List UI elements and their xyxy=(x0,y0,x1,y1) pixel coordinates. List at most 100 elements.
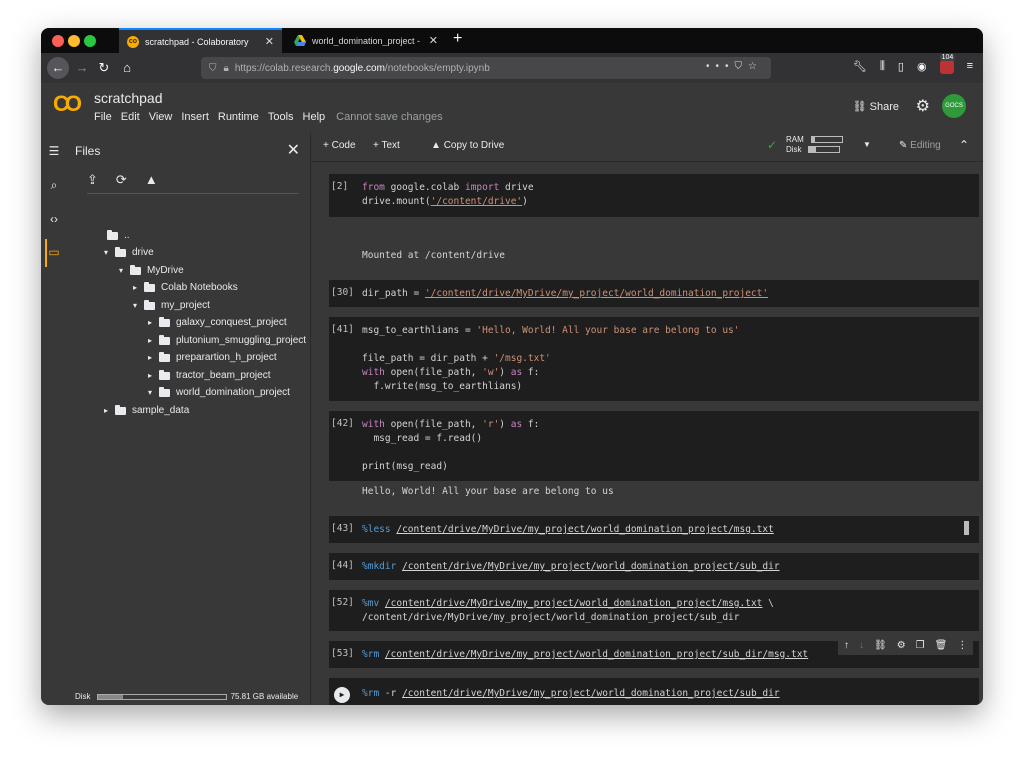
scrollbar[interactable] xyxy=(964,521,969,535)
hamburger-menu-icon[interactable]: ≡ xyxy=(967,60,973,74)
forward-icon[interactable]: → xyxy=(73,59,91,77)
tab-world-domination[interactable]: world_domination_project - Go ✕ xyxy=(286,28,446,53)
code-cell-active[interactable]: ▶ %rm -r /content/drive/MyDrive/my_proje… xyxy=(329,678,979,705)
reload-icon[interactable]: ↻ xyxy=(95,59,113,77)
code-token: /content/drive/MyDrive/my_project/world_… xyxy=(396,524,774,535)
menu-edit[interactable]: Edit xyxy=(121,111,140,123)
editing-mode-button[interactable]: ✎ Editing xyxy=(899,140,941,151)
page-actions-icon[interactable]: ••• xyxy=(706,61,735,72)
chevron-right-icon[interactable]: ▸ xyxy=(145,353,155,362)
tree-item-colab-notebooks[interactable]: ▸ Colab Notebooks xyxy=(130,279,238,296)
tree-item-preparartion[interactable]: ▸ preparartion_h_project xyxy=(145,349,277,366)
account-icon[interactable]: ◉ xyxy=(917,60,927,74)
code-cell[interactable]: [30] dir_path = '/content/drive/MyDrive/… xyxy=(329,280,979,307)
chevron-down-icon[interactable]: ▾ xyxy=(101,248,111,257)
extension-icon[interactable]: 104 xyxy=(939,54,956,74)
code-cell[interactable]: [44] %mkdir /content/drive/MyDrive/my_pr… xyxy=(329,553,979,580)
move-up-icon[interactable]: ↑ xyxy=(844,640,849,654)
tree-item-tractor[interactable]: ▸ tractor_beam_project xyxy=(145,367,271,384)
close-window-button[interactable] xyxy=(52,35,64,47)
pocket-icon[interactable]: ⛉ xyxy=(735,61,749,72)
code-icon[interactable]: ‹› xyxy=(41,212,67,226)
tree-item-plutonium[interactable]: ▸ plutonium_smuggling_project xyxy=(145,332,306,349)
cell-code[interactable]: msg_to_earthlians = 'Hello, World! All y… xyxy=(362,324,740,394)
search-icon[interactable]: ⌕ xyxy=(41,178,67,193)
add-code-label: Code xyxy=(331,140,356,151)
cell-code[interactable]: %less /content/drive/MyDrive/my_project/… xyxy=(362,523,774,537)
new-tab-icon[interactable]: + xyxy=(453,30,462,48)
code-cell[interactable]: [41] msg_to_earthlians = 'Hello, World! … xyxy=(329,317,979,401)
bookmark-star-icon[interactable]: ☆ xyxy=(748,61,763,72)
close-icon[interactable]: ✕ xyxy=(287,140,300,160)
chevron-right-icon[interactable]: ▸ xyxy=(101,406,111,415)
more-icon[interactable]: ⋮ xyxy=(957,640,967,654)
gear-icon[interactable]: ⚙︎ xyxy=(897,640,906,654)
chevron-down-icon[interactable]: ▾ xyxy=(145,388,155,397)
code-cell[interactable]: [42] with open(file_path, 'r') as f: msg… xyxy=(329,411,979,481)
share-button[interactable]: ⛓︎ Share xyxy=(853,100,899,113)
menu-help[interactable]: Help xyxy=(303,111,326,123)
folder-icon[interactable]: ▭ xyxy=(41,245,67,259)
chevron-right-icon[interactable]: ▸ xyxy=(145,318,155,327)
mirror-icon[interactable]: ❐ xyxy=(916,640,925,654)
cell-code[interactable]: %rm /content/drive/MyDrive/my_project/wo… xyxy=(362,648,808,662)
zoom-window-button[interactable] xyxy=(84,35,96,47)
url-bar[interactable]: ⛉ 🔒︎ https://colab.research. google.com/n… xyxy=(201,57,771,79)
menu-tools[interactable]: Tools xyxy=(268,111,294,123)
cell-code[interactable]: from google.colab import drive drive.mou… xyxy=(362,181,534,209)
tree-item-up[interactable]: .. xyxy=(103,227,130,244)
cell-code[interactable]: with open(file_path, 'r') as f: msg_read… xyxy=(362,418,539,474)
menu-icon[interactable]: ☰ xyxy=(41,144,67,158)
code-cell[interactable]: [52] %mv /content/drive/MyDrive/my_proje… xyxy=(329,590,979,631)
chevron-right-icon[interactable]: ▸ xyxy=(145,336,155,345)
move-down-icon[interactable]: ↓ xyxy=(859,640,864,654)
tree-item-sample-data[interactable]: ▸ sample_data xyxy=(101,402,189,419)
code-cell[interactable]: [2] from google.colab import drive drive… xyxy=(329,174,979,217)
menu-view[interactable]: View xyxy=(149,111,173,123)
home-icon[interactable]: ⌂ xyxy=(118,59,136,77)
run-cell-button[interactable]: ▶ xyxy=(334,687,350,703)
close-tab-icon[interactable]: ✕ xyxy=(429,34,438,47)
cell-code[interactable]: %mkdir /content/drive/MyDrive/my_project… xyxy=(362,560,780,574)
chevron-down-icon[interactable]: ▼ xyxy=(863,140,871,149)
back-icon[interactable]: ← xyxy=(47,57,69,79)
tab-scratchpad[interactable]: co scratchpad - Colaboratory ✕ xyxy=(119,28,282,53)
tree-item-galaxy[interactable]: ▸ galaxy_conquest_project xyxy=(145,314,287,331)
link-icon[interactable]: ⛓︎ xyxy=(874,640,887,654)
code-token: /content/drive/MyDrive/my_project/world_… xyxy=(402,561,780,572)
wrench-icon[interactable]: 🔧︎ xyxy=(853,60,867,74)
tree-item-mydrive[interactable]: ▾ MyDrive xyxy=(116,262,184,279)
menu-insert[interactable]: Insert xyxy=(181,111,209,123)
add-text-button[interactable]: + Text xyxy=(373,140,400,151)
notebook-title[interactable]: scratchpad xyxy=(94,90,162,106)
menu-runtime[interactable]: Runtime xyxy=(218,111,259,123)
colab-logo[interactable]: CO xyxy=(53,93,85,115)
chevron-right-icon[interactable]: ▸ xyxy=(145,371,155,380)
sidebar-icon[interactable]: ▯ xyxy=(898,60,904,74)
chevron-right-icon[interactable]: ▸ xyxy=(130,283,140,292)
tree-item-world-domination[interactable]: ▾ world_domination_project xyxy=(145,384,290,401)
minimize-window-button[interactable] xyxy=(68,35,80,47)
tree-item-my-project[interactable]: ▾ my_project xyxy=(130,297,210,314)
chevron-up-icon[interactable]: ⌃ xyxy=(959,138,969,152)
code-cell[interactable]: [43] %less /content/drive/MyDrive/my_pro… xyxy=(329,516,979,543)
avatar[interactable]: GOCS xyxy=(942,94,966,118)
refresh-icon[interactable]: ⟳ xyxy=(116,172,127,188)
mount-drive-icon[interactable]: ▲ xyxy=(145,172,158,188)
tree-item-drive[interactable]: ▾ drive xyxy=(101,244,154,261)
chevron-down-icon[interactable]: ▾ xyxy=(116,266,126,275)
close-tab-icon[interactable]: ✕ xyxy=(265,35,274,48)
chevron-down-icon[interactable]: ▾ xyxy=(130,301,140,310)
delete-icon[interactable]: 🗑︎ xyxy=(935,640,948,654)
copy-to-drive-button[interactable]: ▲ Copy to Drive xyxy=(431,140,504,151)
resource-monitor[interactable]: RAM Disk xyxy=(786,135,843,155)
cell-code[interactable]: %rm -r /content/drive/MyDrive/my_project… xyxy=(362,687,780,701)
menu-file[interactable]: File xyxy=(94,111,112,123)
settings-gear-icon[interactable]: ⚙︎ xyxy=(916,96,930,116)
cell-code[interactable]: dir_path = '/content/drive/MyDrive/my_pr… xyxy=(362,287,768,301)
editing-label: Editing xyxy=(910,140,941,151)
add-code-button[interactable]: + Code xyxy=(323,140,356,151)
cell-code[interactable]: %mv /content/drive/MyDrive/my_project/wo… xyxy=(362,597,774,625)
upload-icon[interactable]: ⇪ xyxy=(87,172,98,188)
library-icon[interactable]: ⫼ xyxy=(880,60,885,74)
